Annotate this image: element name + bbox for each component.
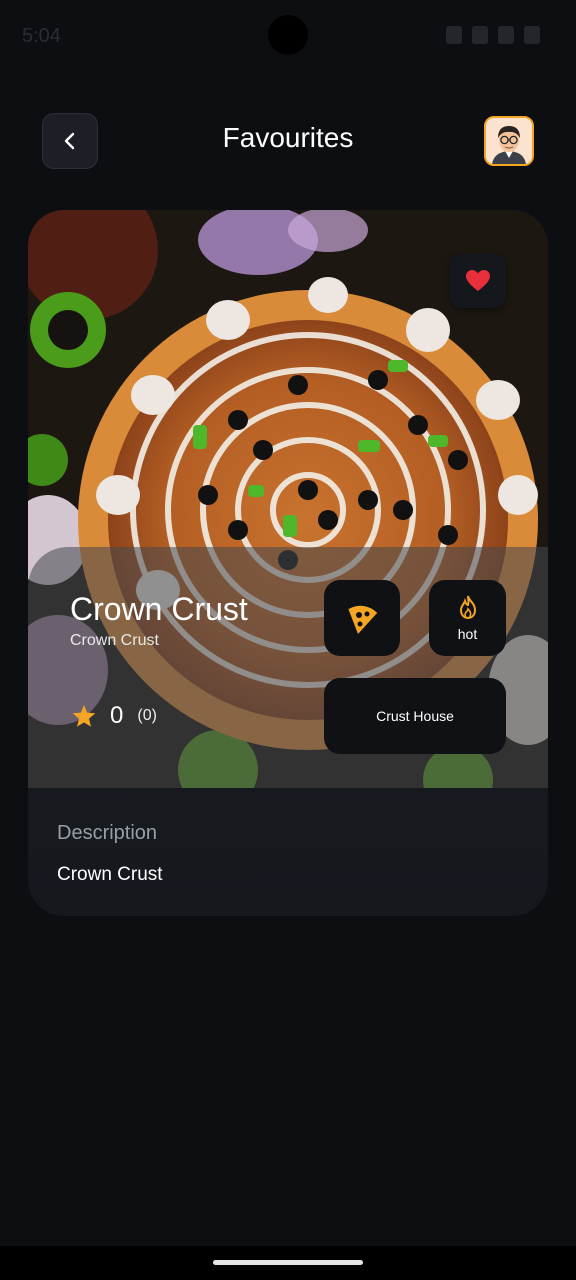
rating: 0 (0): [72, 702, 157, 730]
navigation-bar: [0, 1246, 576, 1280]
camera-cutout: [268, 15, 308, 55]
favourite-button[interactable]: [450, 254, 506, 308]
avatar-image: [486, 118, 532, 164]
pizza-icon: [347, 603, 379, 634]
category-chip[interactable]: [324, 580, 400, 656]
signal-icon: [498, 26, 514, 44]
rating-value: 0: [110, 702, 124, 729]
food-card[interactable]: Crown Crust Crown Crust 0 (0) hot Crust …: [28, 210, 548, 916]
info-panel: Crown Crust Crown Crust 0 (0) hot Crust …: [28, 547, 548, 788]
description-text: Crown Crust: [57, 864, 163, 885]
status-icons: [446, 26, 540, 44]
shop-chip[interactable]: Crust House: [324, 678, 506, 754]
item-subtitle: Crown Crust: [70, 632, 159, 649]
status-time: 5:04: [22, 25, 61, 47]
spice-label: hot: [457, 626, 478, 642]
battery-icon: [524, 26, 540, 44]
spice-chip[interactable]: hot: [429, 580, 506, 656]
heart-icon: [466, 270, 490, 291]
star-icon: [72, 704, 96, 727]
location-icon: [446, 26, 462, 44]
wifi-icon: [472, 26, 488, 44]
description-label: Description: [57, 822, 158, 844]
avatar[interactable]: [484, 116, 534, 166]
home-indicator[interactable]: [213, 1260, 363, 1265]
shop-name: Crust House: [376, 708, 454, 724]
rating-count: (0): [137, 707, 157, 724]
status-bar: 5:04: [0, 0, 576, 72]
flame-icon: [459, 595, 476, 620]
item-name: Crown Crust: [70, 591, 248, 627]
